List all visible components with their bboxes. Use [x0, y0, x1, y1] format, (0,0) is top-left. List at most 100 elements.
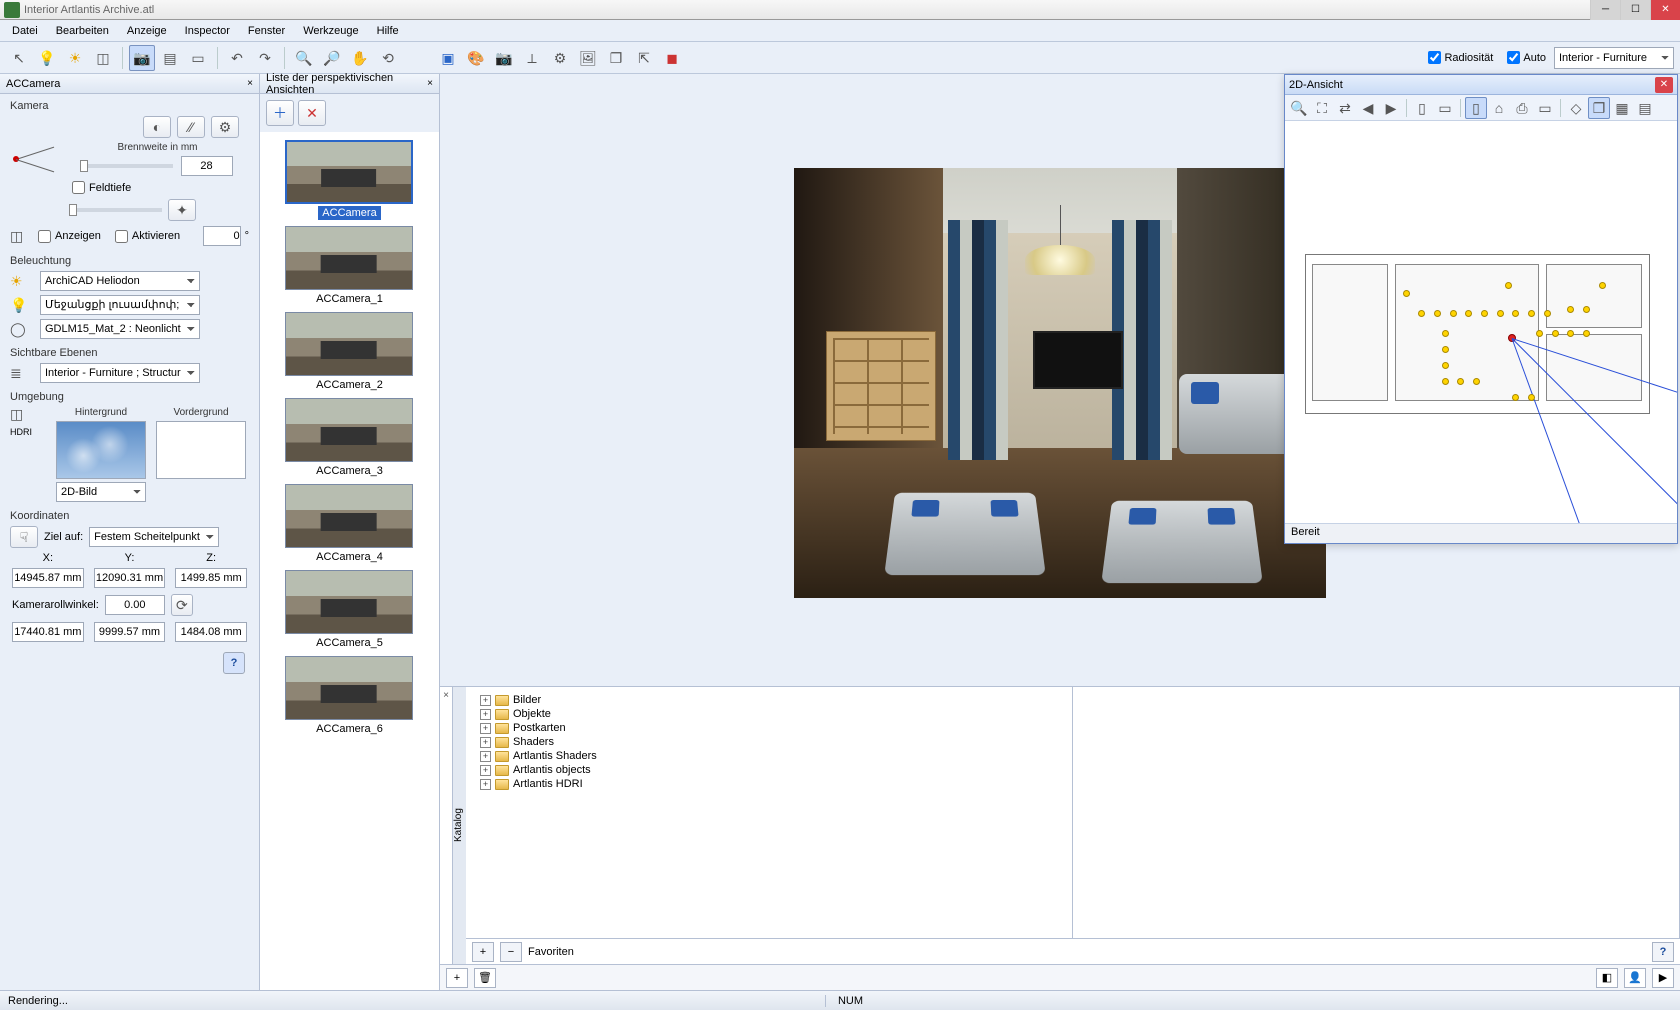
tool-cursor[interactable]: ↖	[6, 45, 32, 71]
timeline-add-button[interactable]: +	[446, 968, 468, 988]
light-marker[interactable]	[1505, 282, 1512, 289]
light-marker[interactable]	[1403, 290, 1410, 297]
tool-zoom-in[interactable]: 🔍	[291, 45, 317, 71]
preset-select[interactable]: Interior - Furniture	[1554, 47, 1674, 69]
tree-item[interactable]: +Bilder	[470, 693, 1068, 707]
coord-x1[interactable]	[12, 568, 84, 588]
v2d-grid[interactable]: ▦	[1611, 97, 1633, 119]
v2d-layers[interactable]: ❐	[1588, 97, 1610, 119]
exposure-button[interactable]: ⁄⁄	[177, 116, 205, 138]
menu-bearbeiten[interactable]: Bearbeiten	[48, 22, 117, 40]
light-marker[interactable]	[1544, 310, 1551, 317]
dof-slider[interactable]	[72, 208, 162, 212]
v2d-link[interactable]: ⇄	[1334, 97, 1356, 119]
tool-rotate[interactable]: ⟲	[375, 45, 401, 71]
view-thumb[interactable]: ACCamera_1	[285, 226, 415, 306]
bgtype-select[interactable]: 2D-Bild	[56, 482, 146, 502]
timeline-play-button[interactable]: ▶	[1652, 968, 1674, 988]
tool-render-window[interactable]: ▣	[435, 45, 461, 71]
tool-snapshot[interactable]: 📷	[491, 45, 517, 71]
dof-target-button[interactable]: ✦	[168, 199, 196, 221]
catalog-tree[interactable]: +Bilder+Objekte+Postkarten+Shaders+Artla…	[466, 687, 1073, 938]
v2d-zoom[interactable]: 🔍	[1288, 97, 1310, 119]
view2d-close-button[interactable]: ✕	[1655, 77, 1673, 93]
camera-angle-widget[interactable]	[10, 142, 60, 176]
tool-bulb[interactable]: 💡	[34, 45, 60, 71]
v2d-next[interactable]: ▶	[1380, 97, 1402, 119]
roll-reset-button[interactable]: ⟳	[171, 594, 193, 616]
v2d-home[interactable]: ⌂	[1488, 97, 1510, 119]
help-button[interactable]: ?	[223, 652, 245, 674]
tool-image[interactable]: 🖼	[575, 45, 601, 71]
timeline-delete-button[interactable]: 🗑	[474, 968, 496, 988]
pick-target-button[interactable]: ☟	[10, 526, 38, 548]
view-thumb[interactable]: ACCamera_5	[285, 570, 415, 650]
tree-item[interactable]: +Shaders	[470, 735, 1068, 749]
light-marker[interactable]	[1583, 330, 1590, 337]
light-marker[interactable]	[1536, 330, 1543, 337]
background-thumb[interactable]	[56, 421, 146, 479]
tool-undo[interactable]: ↶	[224, 45, 250, 71]
focal-slider[interactable]	[83, 164, 173, 168]
coord-x2[interactable]	[12, 622, 84, 642]
focal-input[interactable]	[181, 156, 233, 176]
show-checkbox[interactable]	[38, 230, 51, 243]
timeline-person-button[interactable]: 👤	[1624, 968, 1646, 988]
coord-y2[interactable]	[94, 622, 166, 642]
fav-remove-button[interactable]: −	[500, 942, 522, 962]
menu-fenster[interactable]: Fenster	[240, 22, 293, 40]
menu-datei[interactable]: Datei	[4, 22, 46, 40]
add-view-button[interactable]: ＋	[266, 100, 294, 126]
layers-select[interactable]: Interior - Furniture ; Structural - B...	[40, 363, 200, 383]
light-marker[interactable]	[1497, 310, 1504, 317]
panel-close-button[interactable]: ×	[247, 78, 253, 89]
fav-add-button[interactable]: +	[472, 942, 494, 962]
light-marker[interactable]	[1599, 282, 1606, 289]
v2d-print[interactable]: ⎙	[1511, 97, 1533, 119]
lightset-select[interactable]: Մեջանցքի լուսամփոփ; Մեջանցք...	[40, 295, 200, 315]
view2d-window[interactable]: 2D-Ansicht✕ 🔍 ⛶ ⇄ ◀ ▶ ▯ ▭ ▯ ⌂ ⎙ ▭ ◇ ❐ ▦ …	[1284, 74, 1678, 544]
tool-batch[interactable]: ❐	[603, 45, 629, 71]
tool-doc[interactable]: ▭	[185, 45, 211, 71]
dof-checkbox[interactable]	[72, 181, 85, 194]
tool-parallel[interactable]: ▤	[157, 45, 183, 71]
menu-hilfe[interactable]: Hilfe	[369, 22, 407, 40]
tree-item[interactable]: +Postkarten	[470, 721, 1068, 735]
tool-cube[interactable]: ◫	[90, 45, 116, 71]
light-marker[interactable]	[1442, 330, 1449, 337]
v2d-outline[interactable]: ◇	[1565, 97, 1587, 119]
view-thumb[interactable]: ACCamera_6	[285, 656, 415, 736]
window-maximize-button[interactable]: ☐	[1620, 0, 1650, 20]
foreground-thumb[interactable]	[156, 421, 246, 479]
tool-redo[interactable]: ↷	[252, 45, 278, 71]
view-thumb[interactable]: ACCamera_4	[285, 484, 415, 564]
tree-item[interactable]: +Artlantis HDRI	[470, 777, 1068, 791]
v2d-fit[interactable]: ⛶	[1311, 97, 1333, 119]
light-marker[interactable]	[1450, 310, 1457, 317]
tree-item[interactable]: +Artlantis Shaders	[470, 749, 1068, 763]
tool-red[interactable]: ◼	[659, 45, 685, 71]
env-hdri-button[interactable]: HDRI	[10, 426, 46, 438]
light-marker[interactable]	[1583, 306, 1590, 313]
tool-zoom-out[interactable]: 🔎	[319, 45, 345, 71]
light-marker[interactable]	[1442, 346, 1449, 353]
target-select[interactable]: Festem Scheitelpunkt	[89, 527, 219, 547]
tone-button[interactable]: ◐	[143, 116, 171, 138]
activate-checkbox[interactable]	[115, 230, 128, 243]
view-thumb[interactable]: ACCamera_3	[285, 398, 415, 478]
v2d-prev[interactable]: ◀	[1357, 97, 1379, 119]
auto-checkbox[interactable]: Auto	[1501, 51, 1552, 64]
tool-crop[interactable]: ⟂	[519, 45, 545, 71]
tool-pan[interactable]: ✋	[347, 45, 373, 71]
settings-button[interactable]: ⚙	[211, 116, 239, 138]
tool-palette[interactable]: 🎨	[463, 45, 489, 71]
coord-z2[interactable]	[175, 622, 247, 642]
menu-inspector[interactable]: Inspector	[177, 22, 238, 40]
light-marker[interactable]	[1552, 330, 1559, 337]
env-3d-button[interactable]: ◫	[10, 407, 46, 422]
v2d-screen[interactable]: ▭	[1534, 97, 1556, 119]
floorplan-canvas[interactable]: [[30,42],[34,47],[38,47],[42,47],[46,47]…	[1285, 121, 1677, 523]
fav-help-button[interactable]: ?	[1652, 942, 1674, 962]
view-thumb[interactable]: ACCamera_2	[285, 312, 415, 392]
panel-close-button[interactable]: ×	[427, 78, 433, 89]
